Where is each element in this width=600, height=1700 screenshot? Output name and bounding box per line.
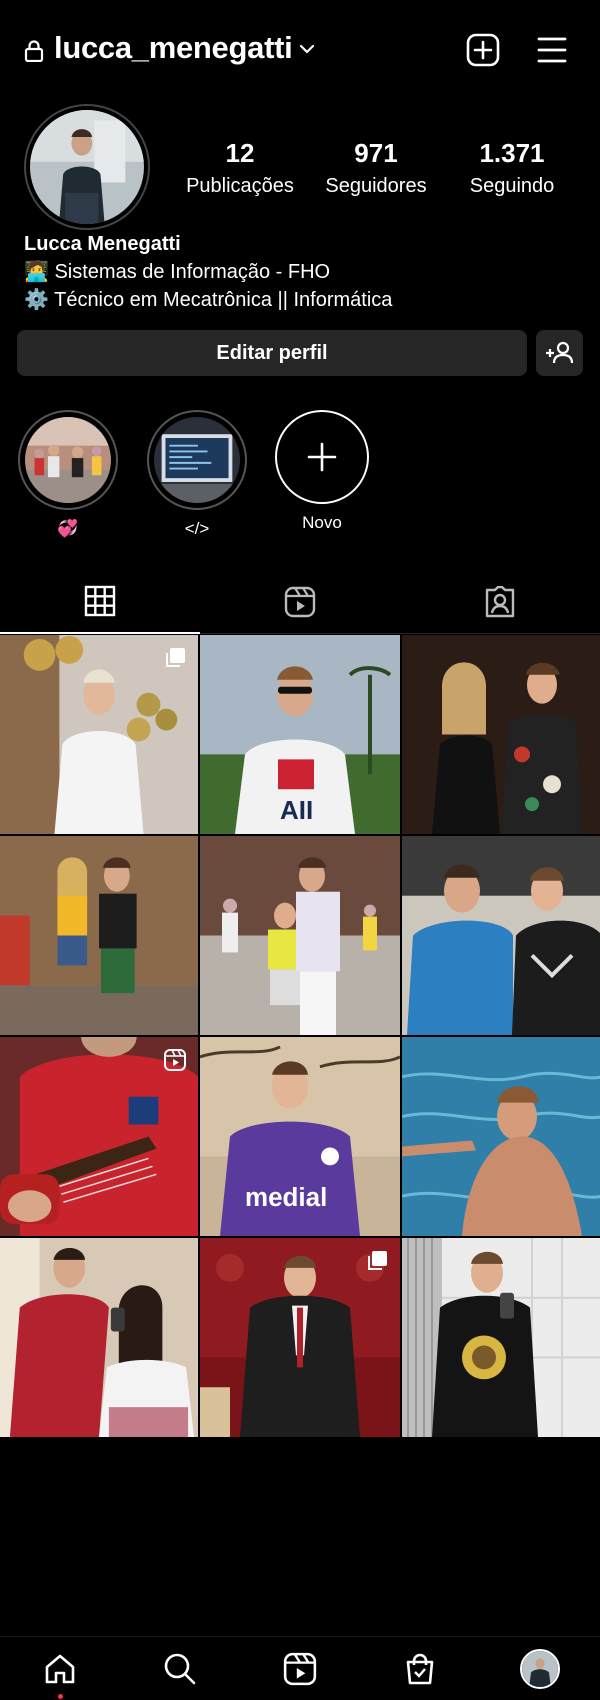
post-tile[interactable] (402, 1037, 600, 1236)
post-tile[interactable] (402, 836, 600, 1035)
following-label: Seguindo (469, 175, 555, 197)
post-photo (0, 1238, 198, 1437)
nav-shop[interactable] (360, 1637, 480, 1700)
lock-icon (24, 40, 44, 62)
post-tile[interactable]: AII (200, 635, 400, 834)
post-photo (402, 836, 600, 1035)
bio: Lucca Menegatti 🧑‍💻 Sistemas de Informaç… (24, 230, 392, 314)
highlight-1[interactable]: 💞 (16, 410, 120, 539)
svg-text:medial: medial (245, 1184, 327, 1212)
nav-reels[interactable] (240, 1637, 360, 1700)
tab-tagged[interactable] (400, 570, 600, 634)
bio-line: 🧑‍💻 Sistemas de Informação - FHO (24, 261, 331, 283)
followers-label: Seguidores (325, 175, 427, 197)
post-tile[interactable] (0, 1238, 198, 1437)
profile-avatar (520, 1649, 560, 1689)
posts-grid: AII medial (0, 635, 600, 1437)
tab-posts-grid[interactable] (0, 570, 200, 634)
nav-search[interactable] (120, 1637, 240, 1700)
post-tile[interactable] (402, 1238, 600, 1437)
post-photo (402, 1037, 600, 1236)
post-photo (402, 635, 600, 834)
stat-followers[interactable]: 971 Seguidores (320, 138, 432, 198)
posts-count: 12 (225, 138, 255, 168)
carousel-icon (368, 1251, 387, 1270)
svg-text:AII: AII (280, 797, 313, 825)
post-tile[interactable] (402, 635, 600, 834)
add-person-icon (545, 341, 573, 364)
followers-count: 971 (354, 138, 398, 168)
username[interactable]: lucca_menegatti (54, 30, 293, 66)
profile-name: Lucca Menegatti (24, 233, 181, 255)
posts-label: Publicações (186, 175, 294, 197)
highlight-cover (25, 417, 111, 503)
home-icon (45, 1654, 75, 1684)
highlight-ring (18, 410, 118, 510)
tab-reels[interactable] (200, 570, 400, 634)
notification-dot (58, 1694, 63, 1699)
stat-posts[interactable]: 12 Publicações (182, 138, 298, 198)
reels-icon (284, 586, 316, 618)
bio-line: ⚙️ Técnico em Mecatrônica || Informática (24, 289, 393, 311)
chevron-down-icon[interactable] (298, 42, 316, 56)
highlight-label: </> (184, 519, 210, 538)
shop-icon (406, 1653, 434, 1685)
add-post-icon[interactable] (466, 33, 500, 67)
highlight-ring (147, 410, 247, 510)
highlight-cover (154, 417, 240, 503)
discover-people-button[interactable] (536, 330, 583, 376)
reels-icon (283, 1652, 317, 1686)
post-tile[interactable] (200, 836, 400, 1035)
grid-icon (84, 585, 116, 617)
post-tile[interactable] (0, 635, 198, 834)
tagged-icon (485, 586, 515, 618)
post-tile[interactable]: medial (200, 1037, 400, 1236)
top-bar: lucca_menegatti (0, 0, 600, 100)
post-photo (0, 836, 198, 1035)
highlight-new[interactable]: Novo (270, 410, 374, 533)
highlight-2[interactable]: </> (145, 410, 249, 539)
post-tile[interactable] (200, 1238, 400, 1437)
reel-icon (164, 1049, 186, 1071)
post-tile[interactable] (0, 1037, 198, 1236)
highlight-label: Novo (302, 513, 342, 532)
post-photo (402, 1238, 600, 1437)
post-photo (200, 836, 400, 1035)
nav-profile[interactable] (480, 1637, 600, 1700)
bottom-nav (0, 1636, 600, 1700)
search-icon (164, 1653, 196, 1685)
plus-icon (307, 442, 337, 472)
highlight-label: 💞 (57, 519, 79, 538)
post-tile[interactable] (0, 836, 198, 1035)
edit-profile-button[interactable]: Editar perfil (17, 330, 527, 376)
stat-following[interactable]: 1.371 Seguindo (460, 138, 564, 198)
following-count: 1.371 (479, 138, 545, 168)
post-photo: medial (200, 1037, 400, 1236)
profile-avatar (30, 110, 144, 224)
new-highlight-button[interactable] (275, 410, 369, 504)
profile-tabs (0, 570, 600, 634)
menu-icon[interactable] (537, 35, 567, 65)
nav-home[interactable] (0, 1637, 120, 1700)
post-photo: AII (200, 635, 400, 834)
profile-avatar-ring[interactable] (24, 104, 150, 230)
carousel-icon (166, 648, 185, 667)
